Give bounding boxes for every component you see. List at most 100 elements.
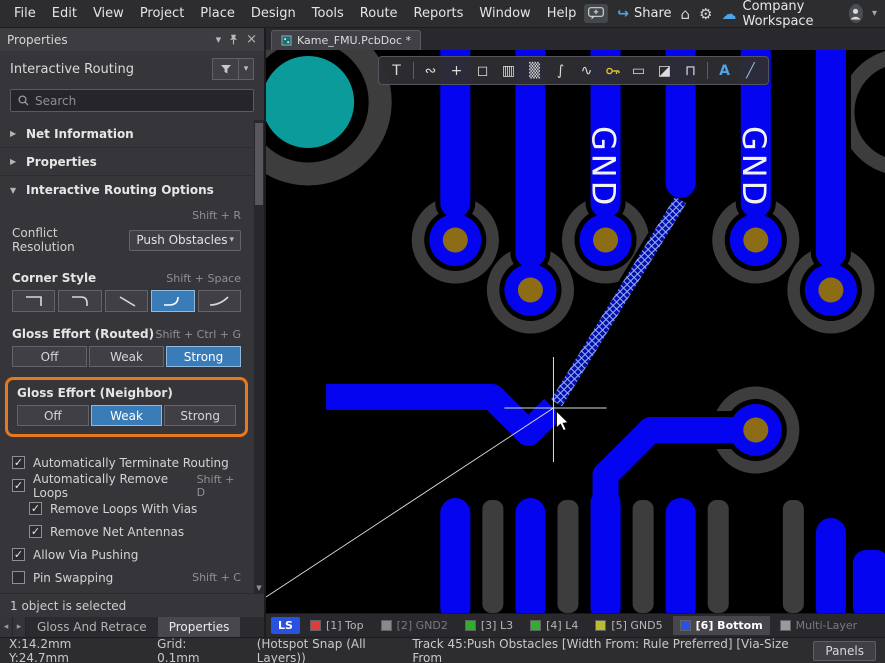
layer-tab-top[interactable]: [1] Top [303, 616, 371, 635]
net-scope-icon[interactable]: ∾ [418, 59, 443, 82]
route-single-icon[interactable]: ∫ [548, 59, 573, 82]
panel-menu-chevron-icon[interactable]: ▾ [216, 34, 222, 45]
search-input[interactable] [35, 94, 246, 108]
menu-window[interactable]: Window [471, 2, 538, 25]
teal-pad[interactable] [266, 56, 354, 148]
account-chevron-down-icon[interactable]: ▾ [872, 8, 877, 19]
conflict-resolution-dropdown[interactable]: Push Obstacles ▾ [129, 230, 241, 251]
close-icon[interactable]: × [246, 33, 257, 46]
gloss-neighbor-off-button[interactable]: Off [17, 405, 89, 426]
person-icon [849, 7, 862, 20]
workspace-button[interactable]: ☁ Company Workspace [722, 0, 840, 29]
pointer-tool-icon[interactable]: T [384, 59, 409, 82]
scrollbar-thumb[interactable] [255, 123, 263, 205]
home-icon[interactable]: ⌂ [681, 5, 691, 23]
menu-place[interactable]: Place [192, 2, 243, 25]
paste-mask-icon[interactable]: ▒ [522, 59, 547, 82]
user-avatar[interactable] [849, 4, 863, 23]
menu-help[interactable]: Help [539, 2, 585, 25]
panel-mode-label: Interactive Routing [10, 62, 134, 77]
chevron-right-icon: ▶ [10, 129, 19, 138]
checkbox-box[interactable]: ✓ [29, 525, 42, 538]
section-interactive-routing-options[interactable]: ▼ Interactive Routing Options [0, 176, 253, 204]
panel-scrollbar[interactable]: ▼ [254, 120, 264, 593]
grid-setting: Grid: 0.1mm [157, 637, 230, 663]
gloss-routed-weak-button[interactable]: Weak [89, 346, 164, 367]
tab-gloss-and-retrace[interactable]: Gloss And Retrace [26, 617, 158, 637]
conflict-resolution-shortcut: Shift + R [192, 209, 241, 222]
section-net-information[interactable]: ▶ Net Information [0, 120, 253, 148]
layer-tab-l3[interactable]: [3] L3 [458, 616, 520, 635]
menu-design[interactable]: Design [243, 2, 304, 25]
polygon-pour-icon[interactable]: ◪ [652, 59, 677, 82]
chevron-down-icon: ▼ [10, 186, 19, 195]
gloss-routed-strong-button[interactable]: Strong [166, 346, 241, 367]
gloss-routed-off-button[interactable]: Off [12, 346, 87, 367]
pad-array-icon[interactable]: ▥ [496, 59, 521, 82]
line-tool-icon[interactable]: ╱ [738, 59, 763, 82]
comment-plus-icon [588, 7, 604, 20]
checkbox-box[interactable]: ✓ [12, 456, 25, 469]
filter-dropdown[interactable]: ▾ [238, 58, 254, 80]
tab-scroll-left-icon[interactable]: ◂ [0, 617, 13, 637]
checkbox-auto-remove-loops[interactable]: ✓ Automatically Remove Loops Shift + D [12, 474, 241, 497]
layer-tab-gnd2[interactable]: [2] GND2 [374, 616, 455, 635]
layer-set-button[interactable]: LS [271, 617, 300, 634]
filter-button[interactable] [212, 58, 238, 80]
scroll-down-icon[interactable]: ▼ [254, 584, 264, 592]
gloss-neighbor-strong-button[interactable]: Strong [164, 405, 236, 426]
menu-route[interactable]: Route [352, 2, 406, 25]
select-area-icon[interactable]: ◻ [470, 59, 495, 82]
pcb-canvas[interactable]: GND GND T [266, 50, 885, 613]
snap-setting: (Hotspot Snap (All Layers)) [257, 637, 413, 663]
panels-button[interactable]: Panels [813, 641, 876, 661]
layer-tab-gnd5[interactable]: [5] GND5 [588, 616, 669, 635]
menu-tools[interactable]: Tools [304, 2, 352, 25]
gloss-neighbor-buttons: Off Weak Strong [8, 405, 245, 428]
comment-button[interactable] [584, 4, 608, 23]
tab-properties[interactable]: Properties [158, 617, 241, 637]
menu-view[interactable]: View [85, 2, 132, 25]
gloss-neighbor-label: Gloss Effort (Neighbor) [17, 386, 173, 400]
checkbox-remove-loops-with-vias[interactable]: ✓ Remove Loops With Vias [12, 497, 241, 520]
gloss-routed-shortcut: Shift + Ctrl + G [155, 328, 241, 341]
document-tab[interactable]: Kame_FMU.PcbDoc * [271, 30, 421, 50]
menu-reports[interactable]: Reports [406, 2, 472, 25]
route-diff-pair-icon[interactable]: ∿ [574, 59, 599, 82]
layer-tab-bottom[interactable]: [6] Bottom [673, 616, 770, 635]
layer-color-swatch [530, 620, 541, 631]
pin-icon[interactable] [229, 34, 238, 45]
checkbox-box[interactable]: ✓ [29, 502, 42, 515]
corner-90-button[interactable] [12, 290, 55, 312]
layer-tab-multi-layer[interactable]: Multi-Layer [773, 616, 865, 635]
checkbox-box[interactable]: ✓ [12, 479, 25, 492]
checkbox-box[interactable]: ✓ [12, 548, 25, 561]
share-button[interactable]: ↪ Share [617, 6, 671, 22]
settings-gear-icon[interactable]: ⚙ [699, 5, 712, 23]
checkbox-remove-net-antennas[interactable]: ✓ Remove Net Antennas [12, 520, 241, 543]
section-properties[interactable]: ▶ Properties [0, 148, 253, 176]
corner-any-angle-button[interactable] [198, 290, 241, 312]
menu-project[interactable]: Project [132, 2, 192, 25]
corner-45-arc-button[interactable] [151, 290, 194, 312]
key-icon[interactable] [600, 59, 625, 82]
corner-90-arc-button[interactable] [58, 290, 101, 312]
plane-tool-icon[interactable]: ▭ [626, 59, 651, 82]
chevron-right-icon: ▶ [10, 157, 19, 166]
layer-tab-l4[interactable]: [4] L4 [523, 616, 585, 635]
layer-color-swatch [381, 620, 392, 631]
layer-color-swatch [680, 620, 691, 631]
tab-scroll-right-icon[interactable]: ▸ [13, 617, 26, 637]
panel-header: Properties ▾ × [0, 28, 264, 51]
checkbox-pin-swapping[interactable]: Pin Swapping Shift + C [12, 566, 241, 589]
add-tool-icon[interactable]: + [444, 59, 469, 82]
corner-45-button[interactable] [105, 290, 148, 312]
menu-edit[interactable]: Edit [44, 2, 85, 25]
dimension-tool-icon[interactable]: ⊓ [678, 59, 703, 82]
gloss-neighbor-weak-button[interactable]: Weak [91, 405, 163, 426]
text-tool-icon[interactable]: A [712, 59, 737, 82]
menu-file[interactable]: File [6, 2, 44, 25]
routing-checkbox-list: ✓ Automatically Terminate Routing ✓ Auto… [0, 441, 253, 593]
checkbox-box[interactable] [12, 571, 25, 584]
checkbox-allow-via-pushing[interactable]: ✓ Allow Via Pushing [12, 543, 241, 566]
